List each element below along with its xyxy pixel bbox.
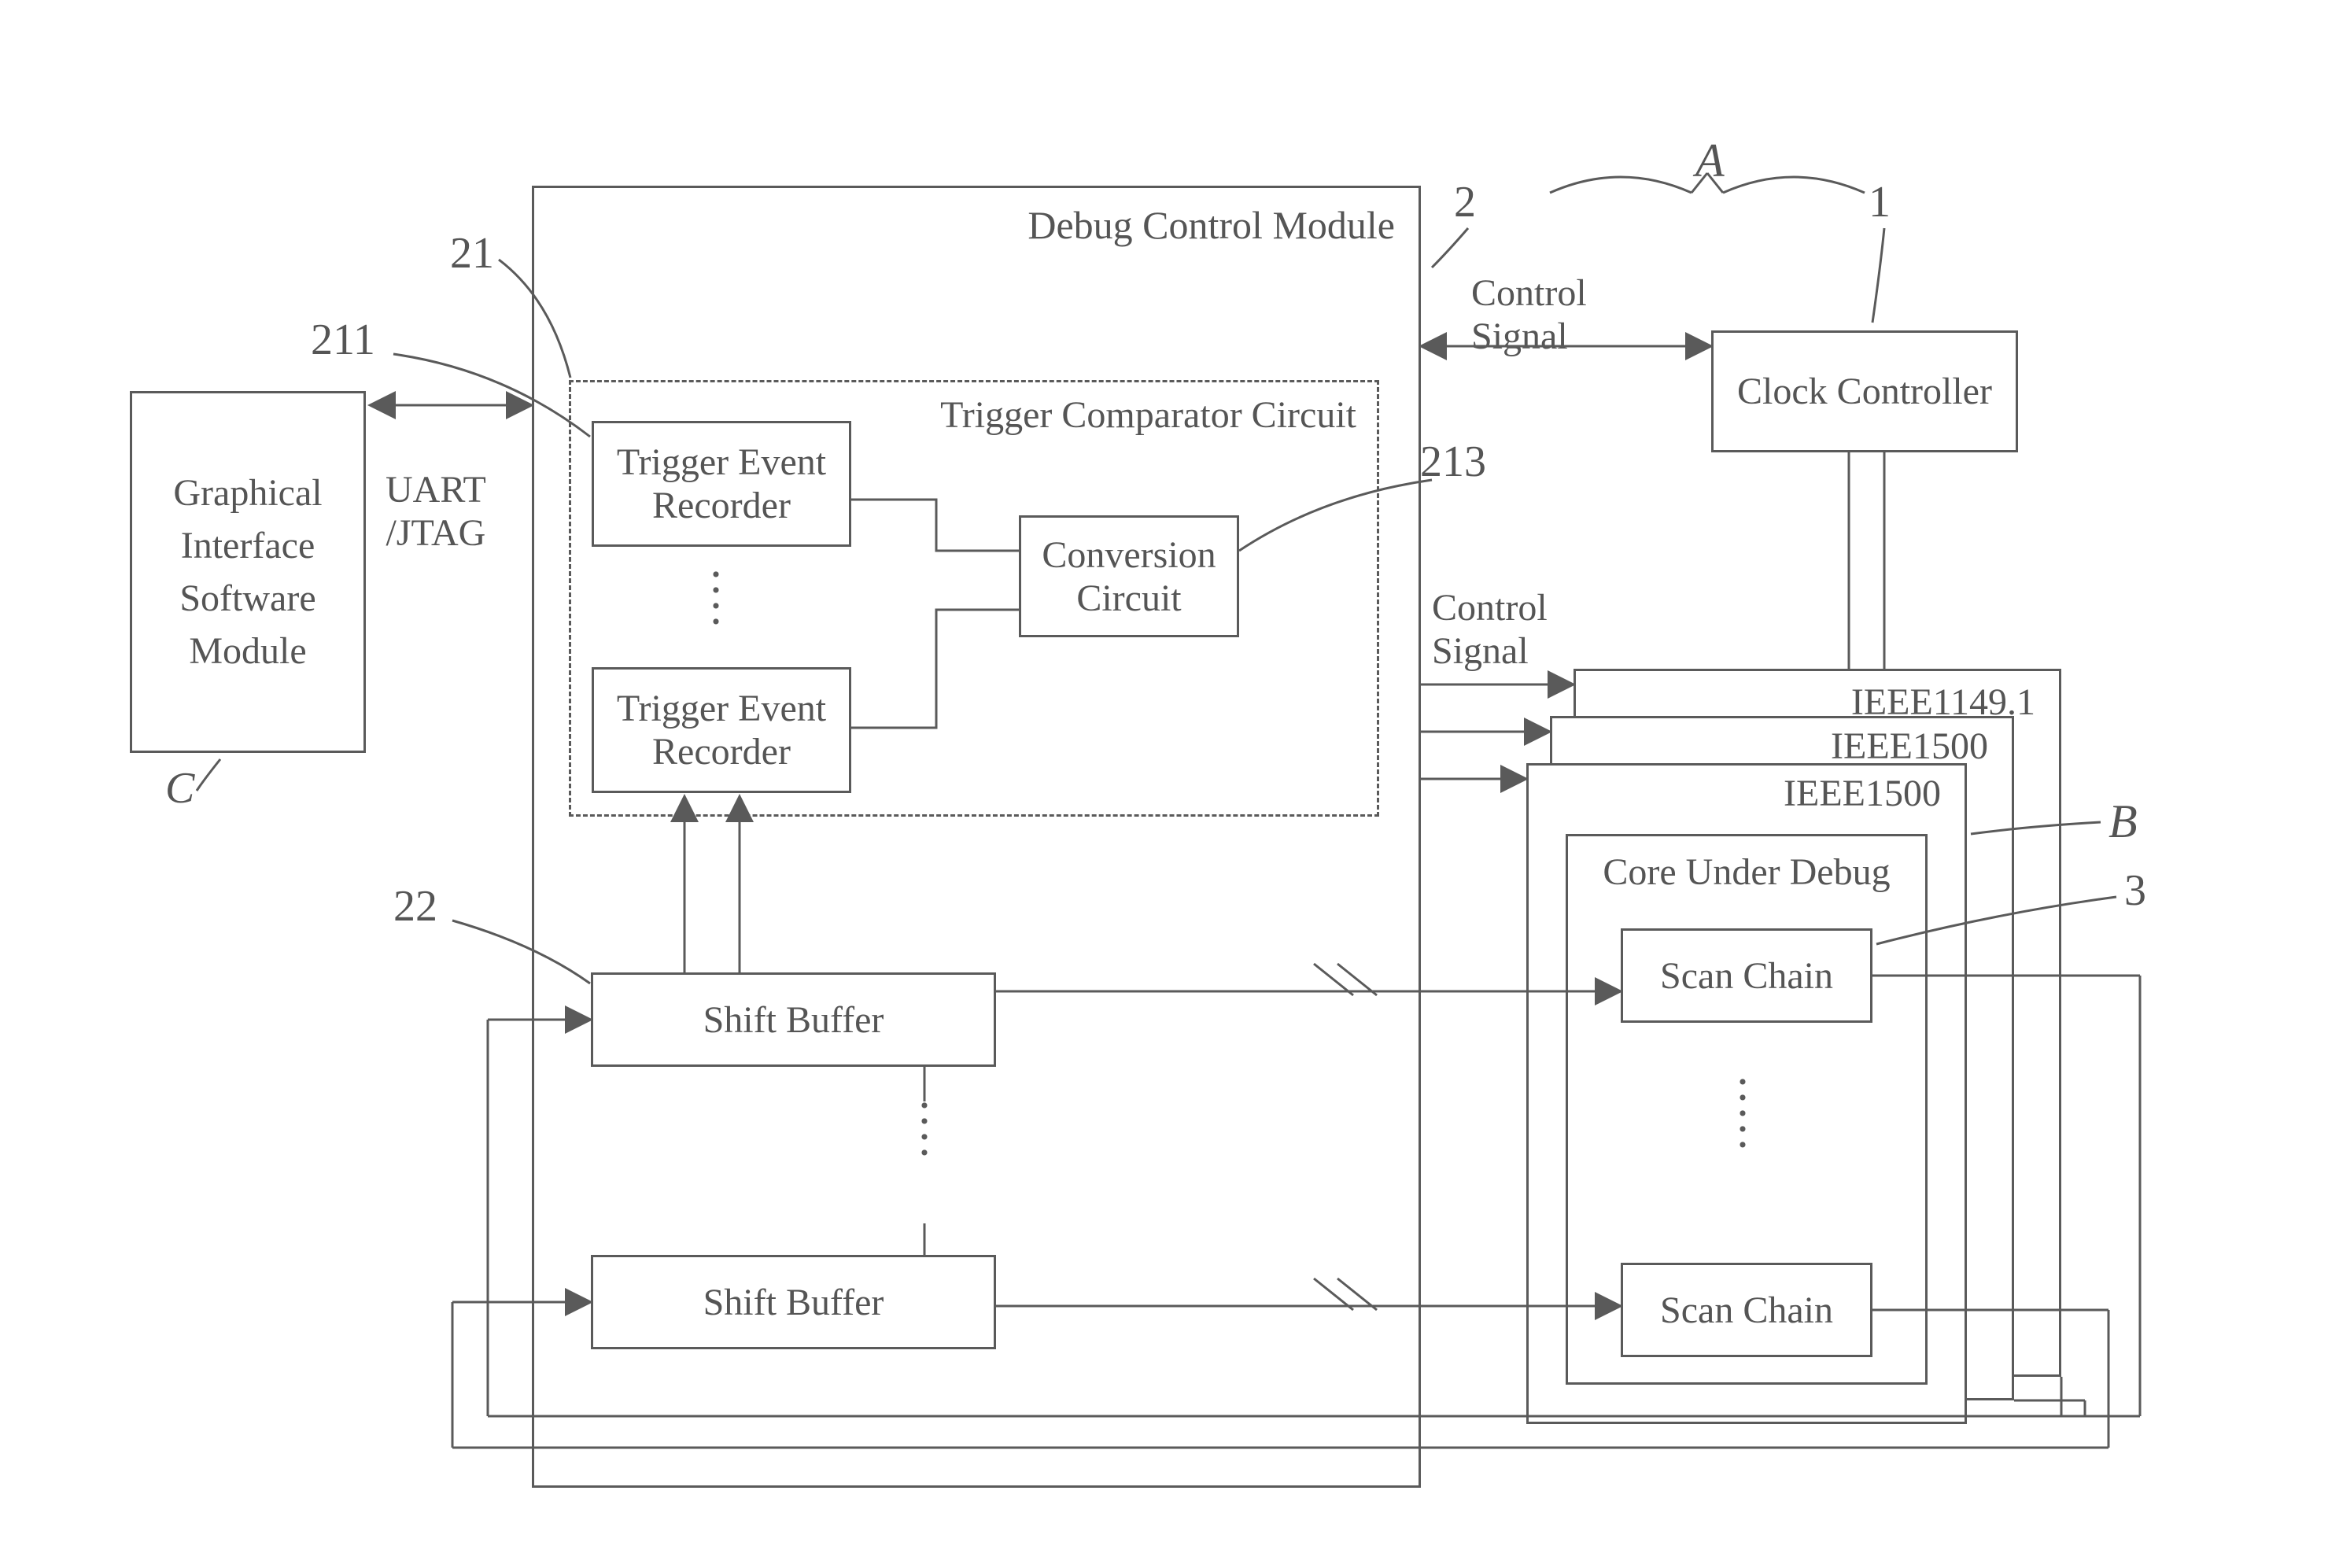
ref-b-text: B bbox=[2108, 795, 2138, 847]
vdots-shift: ···· bbox=[917, 1098, 935, 1160]
trigger-event-recorder-1-label: Trigger EventRecorder bbox=[617, 441, 826, 527]
ref-21-text: 21 bbox=[450, 229, 494, 278]
graphical-software-module-label: GraphicalInterfaceSoftwareModule bbox=[173, 467, 322, 678]
core-under-debug-label: Core Under Debug bbox=[1603, 850, 1890, 894]
trigger-event-recorder-1: Trigger EventRecorder bbox=[592, 421, 851, 547]
trigger-comparator-circuit-label: Trigger Comparator Circuit bbox=[940, 393, 1356, 437]
ref-211: 211 bbox=[311, 315, 375, 365]
ref-2-text: 2 bbox=[1454, 178, 1476, 227]
ref-21: 21 bbox=[450, 228, 494, 279]
ref-c-text: C bbox=[165, 764, 194, 813]
scan-chain-2-label: Scan Chain bbox=[1660, 1289, 1833, 1332]
control-signal-top-label: ControlSignal bbox=[1471, 228, 1587, 358]
clock-controller-label: Clock Controller bbox=[1737, 370, 1992, 413]
ref-2: 2 bbox=[1454, 177, 1476, 227]
trigger-event-recorder-2: Trigger EventRecorder bbox=[592, 667, 851, 793]
ref-1-text: 1 bbox=[1869, 178, 1891, 227]
conversion-circuit-label: ConversionCircuit bbox=[1042, 533, 1216, 620]
ref-a: A bbox=[1695, 134, 1725, 188]
ref-3-text: 3 bbox=[2124, 866, 2146, 915]
control-signal-top-text: ControlSignal bbox=[1471, 272, 1587, 357]
ieee-1500a-label: IEEE1500 bbox=[1831, 725, 1988, 768]
ref-3: 3 bbox=[2124, 865, 2146, 916]
ref-b: B bbox=[2108, 795, 2138, 849]
scan-chain-2: Scan Chain bbox=[1621, 1263, 1872, 1357]
vdots-trigger: ···· bbox=[708, 566, 727, 629]
uart-jtag-text: UART/JTAG bbox=[386, 469, 486, 554]
ref-213-text: 213 bbox=[1420, 437, 1486, 486]
ref-a-text: A bbox=[1695, 135, 1725, 186]
graphical-software-module: GraphicalInterfaceSoftwareModule bbox=[130, 391, 366, 753]
scan-chain-1-label: Scan Chain bbox=[1660, 954, 1833, 998]
shift-buffer-1-label: Shift Buffer bbox=[703, 998, 884, 1042]
ref-c: C bbox=[165, 763, 194, 814]
uart-jtag-label: UART/JTAG bbox=[386, 425, 486, 555]
ref-22: 22 bbox=[393, 881, 437, 932]
debug-control-module-label: Debug Control Module bbox=[1027, 202, 1395, 248]
ref-1: 1 bbox=[1869, 177, 1891, 227]
ref-22-text: 22 bbox=[393, 882, 437, 931]
shift-buffer-1: Shift Buffer bbox=[591, 972, 996, 1067]
control-signal-mid-label: ControlSignal bbox=[1432, 543, 1548, 673]
control-signal-mid-text: ControlSignal bbox=[1432, 587, 1548, 672]
clock-controller: Clock Controller bbox=[1711, 330, 2018, 452]
ref-213: 213 bbox=[1420, 437, 1486, 487]
shift-buffer-2: Shift Buffer bbox=[591, 1255, 996, 1349]
conversion-circuit: ConversionCircuit bbox=[1019, 515, 1239, 637]
ref-211-text: 211 bbox=[311, 315, 375, 364]
ieee-1500b-label: IEEE1500 bbox=[1784, 772, 1941, 815]
trigger-event-recorder-2-label: Trigger EventRecorder bbox=[617, 687, 826, 773]
shift-buffer-2-label: Shift Buffer bbox=[703, 1281, 884, 1324]
vdots-scan: ····· bbox=[1735, 1074, 1754, 1153]
scan-chain-1: Scan Chain bbox=[1621, 928, 1872, 1023]
